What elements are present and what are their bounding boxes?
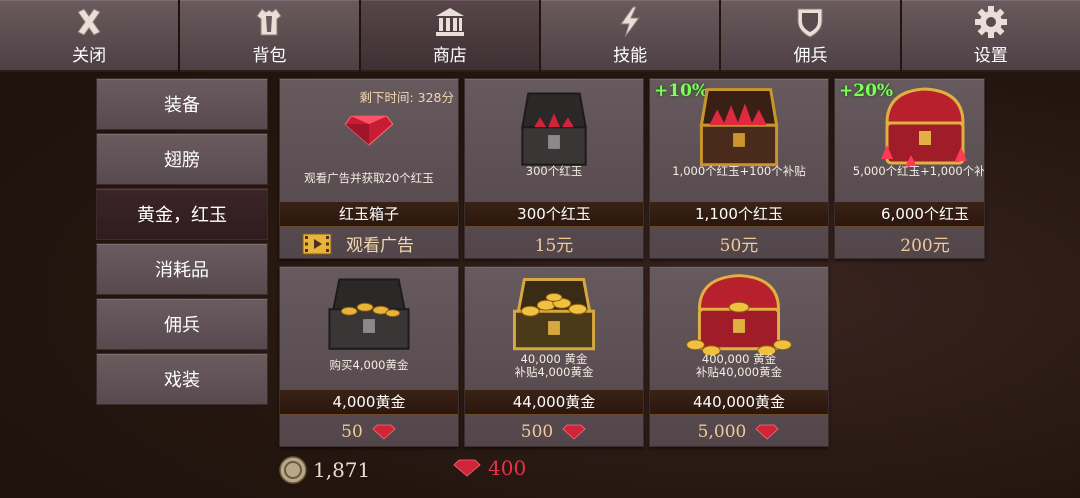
top-nav: 关闭 背包 商店 技能 佣兵 设置 <box>0 0 1080 72</box>
sidebar-item-costume[interactable]: 戏装 <box>96 353 268 405</box>
buy-button[interactable]: 200元 <box>835 227 984 258</box>
ruby-chest-small-icon <box>521 92 587 166</box>
ad-card-description: 观看广告并获取20个红玉 <box>304 171 434 185</box>
ruby-icon <box>755 424 779 440</box>
tab-backpack[interactable]: 背包 <box>180 0 359 72</box>
shop-card-gold-440000[interactable]: 400,000 黄金 补贴40,000黄金 440,000黄金 5,000 <box>649 266 829 447</box>
ruby-amount: 400 <box>488 456 527 480</box>
ruby-chest-large-icon <box>881 87 967 167</box>
gold-bonus: 补贴4,000黄金 <box>514 365 594 379</box>
gold-pack-description: 40,000 黄金 补贴4,000黄金 <box>465 353 643 379</box>
gold-pack-description: 购买4,000黄金 <box>329 358 409 372</box>
watch-ad-button[interactable]: 观看广告 <box>280 227 458 260</box>
watch-ad-label: 观看广告 <box>346 236 414 256</box>
shop-card-gold-44000[interactable]: 40,000 黄金 补贴4,000黄金 44,000黄金 500 <box>464 266 644 447</box>
tab-skills-label: 技能 <box>613 46 648 66</box>
tab-mercenary-label: 佣兵 <box>793 46 828 66</box>
sidebar-item-gold-rubies[interactable]: 黄金，红玉 <box>96 188 268 240</box>
gold-amount: 1,871 <box>313 458 371 482</box>
category-sidebar: 装备 翅膀 黄金，红玉 消耗品 佣兵 戏装 <box>96 78 268 408</box>
ruby-chest-medium-icon <box>699 88 779 167</box>
shop-card-ruby-1100[interactable]: +10% 1,000个红玉+100个补贴 1,100个红玉 50元 <box>649 78 829 259</box>
shop-card-ruby-6000[interactable]: +20% 5,000个红玉+1,000个补贴 6,000个红玉 200元 <box>834 78 985 259</box>
tab-mercenary[interactable]: 佣兵 <box>721 0 900 72</box>
ruby-pack-title: 1,100个红玉 <box>650 201 828 227</box>
sidebar-item-mercenary[interactable]: 佣兵 <box>96 298 268 350</box>
tab-close-label: 关闭 <box>72 46 107 66</box>
ruby-icon <box>453 459 481 477</box>
price-label: 200元 <box>900 236 950 256</box>
tab-settings[interactable]: 设置 <box>901 0 1080 72</box>
ruby-pack-description: 5,000个红玉+1,000个补贴 <box>852 164 985 178</box>
ruby-pack-description: 1,000个红玉+100个补贴 <box>672 164 806 178</box>
ruby-balance: 400 <box>452 456 526 480</box>
gold-pack-title: 4,000黄金 <box>280 389 458 415</box>
price-label: 50 <box>341 421 363 442</box>
shield-icon <box>797 8 823 38</box>
ruby-pack-title: 300个红玉 <box>465 201 643 227</box>
sidebar-item-wings[interactable]: 翅膀 <box>96 133 268 185</box>
close-icon <box>77 8 101 36</box>
gold-bonus: 补贴40,000黄金 <box>695 365 783 379</box>
tab-settings-label: 设置 <box>973 46 1008 66</box>
buy-button[interactable]: 50元 <box>650 227 828 260</box>
film-icon <box>302 233 332 254</box>
price-label: 15元 <box>534 236 574 256</box>
shop-card-gold-4000[interactable]: 购买4,000黄金 4,000黄金 50 <box>279 266 459 447</box>
ruby-pack-title: 6,000个红玉 <box>835 201 984 227</box>
ruby-icon <box>562 424 586 440</box>
armor-icon <box>256 8 283 36</box>
buy-with-rubies-button[interactable]: 50 <box>280 415 458 448</box>
shop-card-ad-ruby[interactable]: 剩下时间: 328分 观看广告并获取20个红玉 红玉箱子 观看广告 <box>279 78 459 259</box>
price-label: 50元 <box>719 236 759 256</box>
tab-close[interactable]: 关闭 <box>0 0 179 72</box>
gold-pack-description: 400,000 黄金 补贴40,000黄金 <box>650 353 828 379</box>
buy-with-rubies-button[interactable]: 5,000 <box>650 415 828 448</box>
buy-button[interactable]: 15元 <box>465 227 643 260</box>
sidebar-item-consumables[interactable]: 消耗品 <box>96 243 268 295</box>
ad-card-title: 红玉箱子 <box>280 201 458 227</box>
lightning-icon <box>620 6 641 38</box>
gold-pack-title: 440,000黄金 <box>650 389 828 415</box>
shop-card-ruby-300[interactable]: 300个红玉 300个红玉 15元 <box>464 78 644 259</box>
sidebar-item-equipment[interactable]: 装备 <box>96 78 268 130</box>
price-label: 500 <box>520 421 554 442</box>
gold-balance: 1,871 <box>279 456 370 484</box>
buy-with-rubies-button[interactable]: 500 <box>465 415 643 448</box>
price-label: 5,000 <box>697 421 747 442</box>
ruby-icon <box>372 424 396 440</box>
shop-icon <box>435 8 464 36</box>
ruby-pack-description: 300个红玉 <box>525 164 583 178</box>
tab-shop[interactable]: 商店 <box>360 0 539 72</box>
gold-coin-icon <box>279 456 307 484</box>
tab-skills[interactable]: 技能 <box>540 0 720 72</box>
gold-pack-title: 44,000黄金 <box>465 389 643 415</box>
gear-icon <box>974 6 1007 38</box>
tab-backpack-label: 背包 <box>252 46 287 66</box>
tab-shop-label: 商店 <box>432 46 467 66</box>
